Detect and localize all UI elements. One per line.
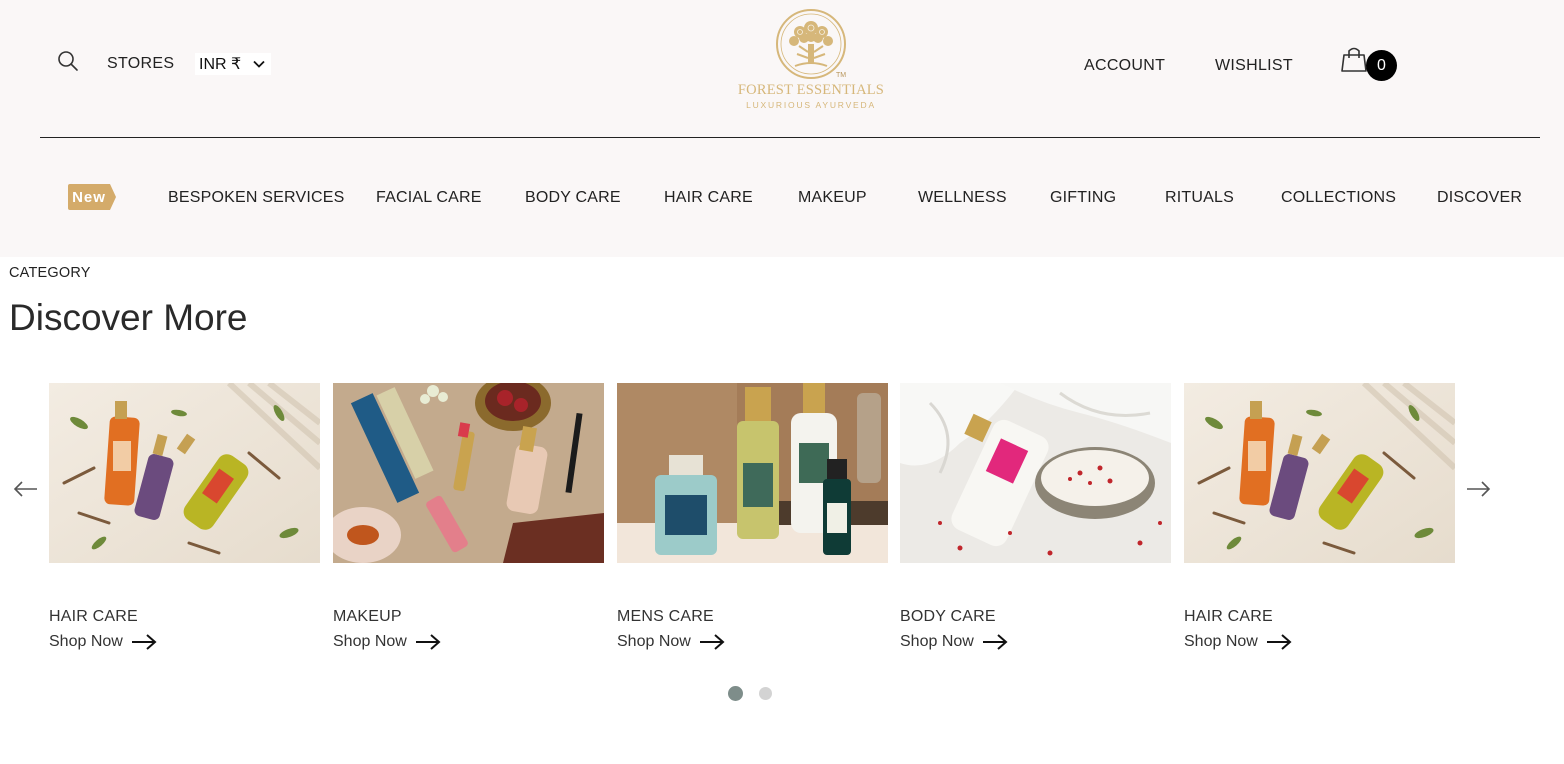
brand-logo[interactable]: TM FOREST ESSENTIALS LUXURIOUS AYURVEDA <box>733 8 889 114</box>
site-header: STORES INR ₹ TM FOREST ESSENTIALS LUXURI… <box>0 0 1564 257</box>
currency-select[interactable]: INR ₹ <box>195 53 271 75</box>
section-eyebrow: CATEGORY <box>9 265 91 281</box>
arrow-right-icon <box>982 634 1008 650</box>
category-card-title: BODY CARE <box>900 608 996 625</box>
arrow-right-icon <box>1266 634 1292 650</box>
stores-link[interactable]: STORES <box>107 55 174 73</box>
category-card[interactable]: BODY CARE Shop Now <box>900 383 1171 673</box>
wishlist-link[interactable]: WISHLIST <box>1215 57 1293 75</box>
category-card-title: MAKEUP <box>333 608 402 625</box>
shop-now-link[interactable]: Shop Now <box>333 633 441 651</box>
carousel-prev-arrow-icon[interactable] <box>12 479 40 499</box>
new-badge[interactable]: New <box>66 184 116 210</box>
category-card-image[interactable] <box>900 383 1171 563</box>
category-card-image[interactable] <box>617 383 888 563</box>
nav-collections[interactable]: COLLECTIONS <box>1281 189 1396 207</box>
nav-gifting[interactable]: GIFTING <box>1050 189 1116 207</box>
main-navigation: New BESPOKEN SERVICES FACIAL CARE BODY C… <box>0 180 1564 216</box>
category-card-title: HAIR CARE <box>49 608 138 625</box>
shopping-bag-icon <box>1341 47 1367 72</box>
shop-now-link[interactable]: Shop Now <box>1184 633 1292 651</box>
carousel-dot-1[interactable] <box>728 686 743 701</box>
brand-tagline: LUXURIOUS AYURVEDA <box>746 100 876 110</box>
category-card-title: HAIR CARE <box>1184 608 1273 625</box>
carousel-next-arrow-icon[interactable] <box>1464 479 1492 499</box>
category-card[interactable]: MENS CARE Shop Now <box>617 383 888 673</box>
category-card[interactable]: MAKEUP Shop Now <box>333 383 604 673</box>
shop-now-label: Shop Now <box>900 633 974 650</box>
arrow-right-icon <box>415 634 441 650</box>
category-card[interactable]: HAIR CARE Shop Now <box>1184 383 1455 673</box>
nav-bespoken-services[interactable]: BESPOKEN SERVICES <box>168 189 345 207</box>
arrow-right-icon <box>699 634 725 650</box>
chevron-down-icon <box>253 60 265 68</box>
shop-now-label: Shop Now <box>1184 633 1258 650</box>
shop-now-label: Shop Now <box>49 633 123 650</box>
category-card[interactable]: HAIR CARE Shop Now <box>49 383 320 673</box>
cart-count-badge: 0 <box>1366 50 1397 81</box>
nav-hair-care[interactable]: HAIR CARE <box>664 189 753 207</box>
category-card-title: MENS CARE <box>617 608 714 625</box>
carousel-pagination <box>728 686 778 702</box>
nav-wellness[interactable]: WELLNESS <box>918 189 1007 207</box>
arrow-right-icon <box>131 634 157 650</box>
category-card-image[interactable] <box>1184 383 1455 563</box>
category-card-image[interactable] <box>333 383 604 563</box>
new-badge-label: New <box>72 189 106 206</box>
shop-now-link[interactable]: Shop Now <box>617 633 725 651</box>
currency-value: INR ₹ <box>199 56 242 73</box>
cart-button[interactable]: 0 <box>1340 45 1400 81</box>
trademark-mark: TM <box>836 72 847 79</box>
shop-now-link[interactable]: Shop Now <box>49 633 157 651</box>
brand-name: FOREST ESSENTIALS <box>737 82 885 98</box>
nav-rituals[interactable]: RITUALS <box>1165 189 1234 207</box>
tree-emblem-icon <box>776 9 846 79</box>
account-link[interactable]: ACCOUNT <box>1084 57 1165 75</box>
nav-body-care[interactable]: BODY CARE <box>525 189 621 207</box>
shop-now-label: Shop Now <box>333 633 407 650</box>
carousel-dot-2[interactable] <box>759 687 772 700</box>
search-icon[interactable] <box>56 49 80 73</box>
nav-facial-care[interactable]: FACIAL CARE <box>376 189 482 207</box>
shop-now-label: Shop Now <box>617 633 691 650</box>
nav-makeup[interactable]: MAKEUP <box>798 189 867 207</box>
shop-now-link[interactable]: Shop Now <box>900 633 1008 651</box>
header-divider <box>40 137 1540 138</box>
category-card-image[interactable] <box>49 383 320 563</box>
section-title: Discover More <box>9 297 248 338</box>
nav-discover[interactable]: DISCOVER <box>1437 189 1522 207</box>
